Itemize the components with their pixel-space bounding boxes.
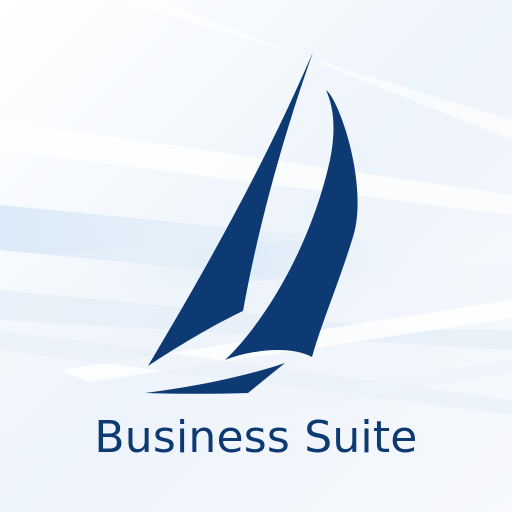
- app-tile: Business Suite: [0, 0, 512, 512]
- app-title: Business Suite: [94, 412, 418, 463]
- hull: [145, 363, 285, 394]
